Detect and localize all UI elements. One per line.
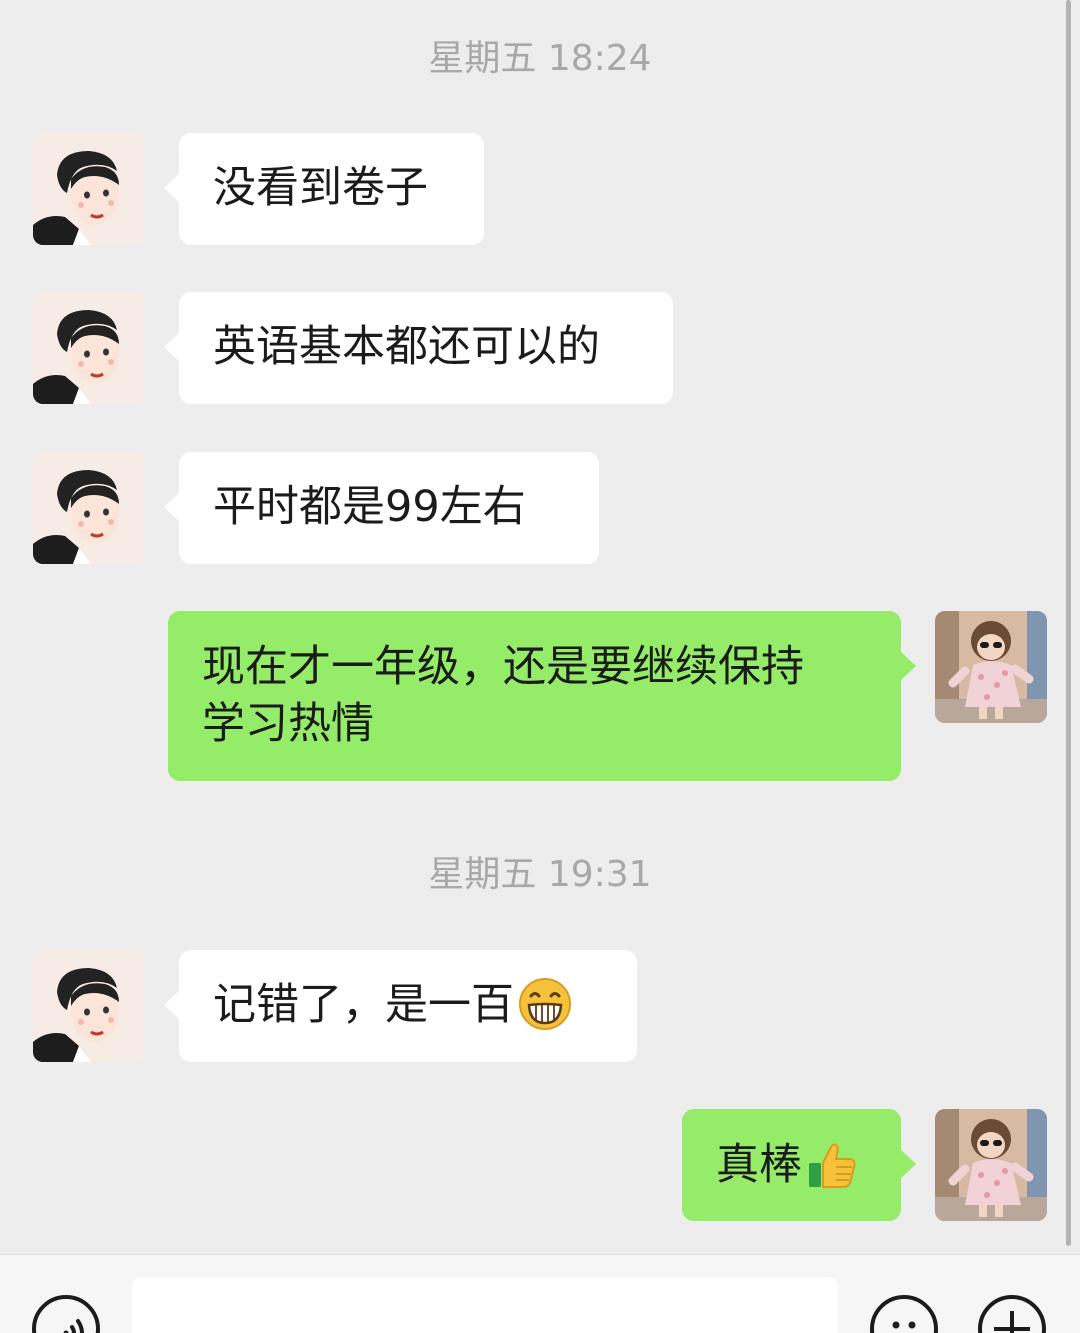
message-bubble[interactable]: 没看到卷子	[164, 133, 484, 245]
input-bar	[0, 1254, 1080, 1333]
thumbs-up-emoji	[806, 1139, 858, 1206]
emoji-icon[interactable]	[870, 1295, 938, 1333]
message-bubble[interactable]: 平时都是99左右	[164, 452, 599, 564]
contact-avatar[interactable]	[33, 133, 145, 245]
message-text: 记错了，是一百	[213, 980, 514, 1030]
plus-icon[interactable]	[978, 1295, 1046, 1333]
grinning-face-emoji	[518, 977, 572, 1046]
message-text-line: 现在才一年级，还是要继续保持	[202, 642, 804, 692]
message-bubble-outgoing[interactable]: 现在才一年级，还是要继续保持 学习热情	[168, 611, 916, 781]
timestamp: 星期五 19:31	[428, 854, 652, 895]
message-text: 英语基本都还可以的	[213, 322, 600, 372]
message-text: 没看到卷子	[213, 163, 428, 213]
timestamp: 星期五 18:24	[428, 38, 652, 79]
self-avatar[interactable]	[935, 611, 1047, 723]
message-text: 真棒	[716, 1140, 802, 1190]
message-bubble[interactable]: 英语基本都还可以的	[164, 292, 673, 404]
self-avatar[interactable]	[935, 1109, 1047, 1221]
message-bubble-outgoing[interactable]: 真棒	[682, 1109, 916, 1221]
message-input[interactable]	[132, 1277, 838, 1333]
scrollbar[interactable]	[1066, 0, 1071, 1246]
chat-area[interactable]: 星期五 18:24 没看到卷子 英语基本都还可以的 平时都是99左右 现在才一年…	[0, 0, 1080, 1254]
message-bubble[interactable]: 记错了，是一百	[164, 950, 637, 1062]
message-text: 平时都是99左右	[213, 482, 526, 532]
voice-icon[interactable]	[32, 1295, 100, 1333]
contact-avatar[interactable]	[33, 950, 145, 1062]
contact-avatar[interactable]	[33, 452, 145, 564]
contact-avatar[interactable]	[33, 292, 145, 404]
message-text-line: 学习热情	[202, 699, 374, 749]
